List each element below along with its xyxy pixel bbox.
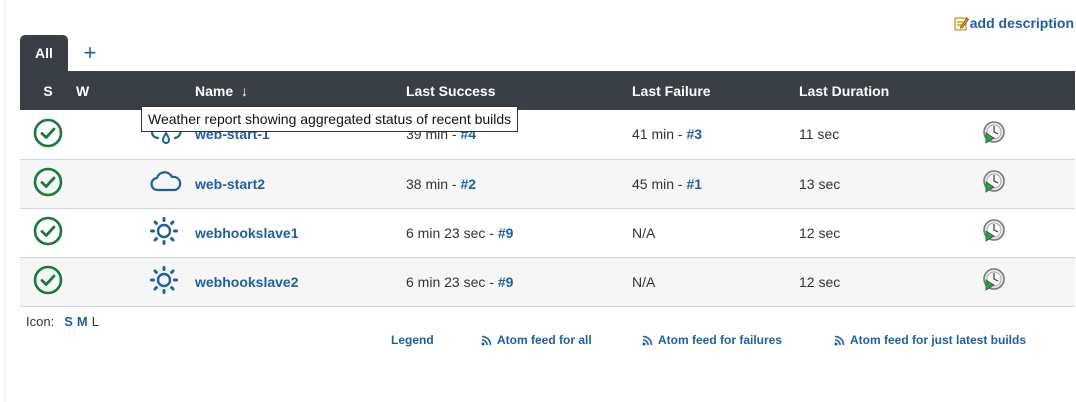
legend-label: Legend: [391, 333, 434, 347]
table-row: web-start2 38 min - #2 45 min - #1 13 se…: [20, 159, 1075, 208]
column-name[interactable]: Name ↓: [195, 71, 406, 110]
schedule-build-icon[interactable]: [981, 218, 1007, 244]
page-left-rule: [4, 0, 5, 402]
last-success-build-link[interactable]: #9: [498, 274, 514, 290]
success-check-icon[interactable]: [33, 265, 63, 295]
job-name-link[interactable]: webhookslave1: [195, 225, 299, 241]
table-header: S W Name ↓ Last Success Last Failure Las…: [20, 71, 1075, 110]
icon-size-medium[interactable]: M: [77, 314, 88, 329]
last-failure-build-link[interactable]: #1: [686, 176, 702, 192]
icon-size-label: Icon:: [26, 314, 55, 329]
tab-all[interactable]: All: [20, 35, 68, 71]
success-check-icon[interactable]: [33, 167, 63, 197]
last-failure-time: 45 min -: [632, 175, 687, 192]
last-success-time: 6 min 23 sec -: [406, 224, 498, 241]
column-name-label: Name: [195, 82, 234, 99]
last-duration: 12 sec: [799, 224, 841, 241]
column-last-failure[interactable]: Last Failure: [632, 71, 799, 110]
last-duration: 11 sec: [799, 126, 840, 143]
column-weather[interactable]: W: [76, 71, 195, 110]
sort-arrow-icon: ↓: [241, 82, 249, 99]
atom-feed-failures-label: Atom feed for failures: [658, 333, 783, 347]
actions-cell: [981, 208, 1075, 257]
table-row: webhookslave1 6 min 23 sec - #9 N/A 12 s…: [20, 208, 1075, 257]
icon-size-small[interactable]: S: [64, 314, 73, 329]
success-check-icon[interactable]: [33, 118, 63, 148]
actions-cell: [981, 110, 1075, 159]
last-failure-build-link[interactable]: #3: [686, 126, 702, 142]
atom-feed-latest-label: Atom feed for just latest builds: [850, 333, 1027, 347]
column-weather-label: W: [76, 82, 90, 99]
atom-feed-all-label: Atom feed for all: [497, 333, 592, 347]
weather-cell: [76, 257, 195, 306]
job-name-link[interactable]: web-start2: [195, 176, 265, 192]
status-cell: [20, 257, 76, 306]
weather-cell: [76, 159, 195, 208]
schedule-build-icon[interactable]: [981, 267, 1007, 293]
last-failure-time: N/A: [632, 224, 656, 241]
actions-cell: [981, 159, 1075, 208]
rss-feed-icon: [834, 335, 845, 345]
status-cell: [20, 208, 76, 257]
cloud-icon[interactable]: [149, 169, 183, 195]
weather-cell: [76, 208, 195, 257]
legend-link[interactable]: Legend: [391, 333, 434, 347]
atom-feed-failures-link[interactable]: Atom feed for failures: [642, 333, 782, 347]
view-tabs: All +: [20, 35, 102, 71]
last-success-build-link[interactable]: #2: [460, 176, 476, 192]
edit-note-icon: [954, 17, 969, 31]
last-success-time: 38 min -: [406, 175, 461, 192]
schedule-build-icon[interactable]: [981, 169, 1007, 195]
column-actions: [981, 71, 1075, 110]
sunny-icon[interactable]: [149, 265, 179, 295]
weather-tooltip: Weather report showing aggregated status…: [141, 106, 519, 132]
success-check-icon[interactable]: [33, 216, 63, 246]
last-success-time: 6 min 23 sec -: [406, 273, 498, 290]
last-success-build-link[interactable]: #9: [498, 225, 514, 241]
sunny-icon[interactable]: [149, 216, 179, 246]
icon-size-large: L: [91, 314, 99, 329]
actions-cell: [981, 257, 1075, 306]
column-status[interactable]: S: [20, 71, 76, 110]
last-duration: 12 sec: [799, 273, 841, 290]
add-view-button[interactable]: +: [78, 35, 102, 71]
last-failure-time: N/A: [632, 273, 656, 290]
schedule-build-icon[interactable]: [981, 120, 1007, 146]
column-last-success[interactable]: Last Success: [406, 71, 632, 110]
last-failure-time: 41 min -: [632, 126, 687, 143]
add-description[interactable]: add description: [953, 15, 1074, 31]
atom-feed-latest-link[interactable]: Atom feed for just latest builds: [834, 333, 1026, 347]
job-name-link[interactable]: webhookslave2: [195, 274, 299, 290]
add-description-link[interactable]: add description: [970, 15, 1074, 31]
last-duration: 13 sec: [799, 175, 841, 192]
rss-feed-icon: [481, 335, 492, 345]
atom-feed-all-link[interactable]: Atom feed for all: [481, 333, 592, 347]
table-row: webhookslave2 6 min 23 sec - #9 N/A 12 s…: [20, 257, 1075, 306]
status-cell: [20, 110, 76, 159]
status-cell: [20, 159, 76, 208]
icon-size-selector: Icon: S M L: [26, 314, 99, 329]
column-last-duration[interactable]: Last Duration: [799, 71, 981, 110]
rss-feed-icon: [642, 335, 653, 345]
